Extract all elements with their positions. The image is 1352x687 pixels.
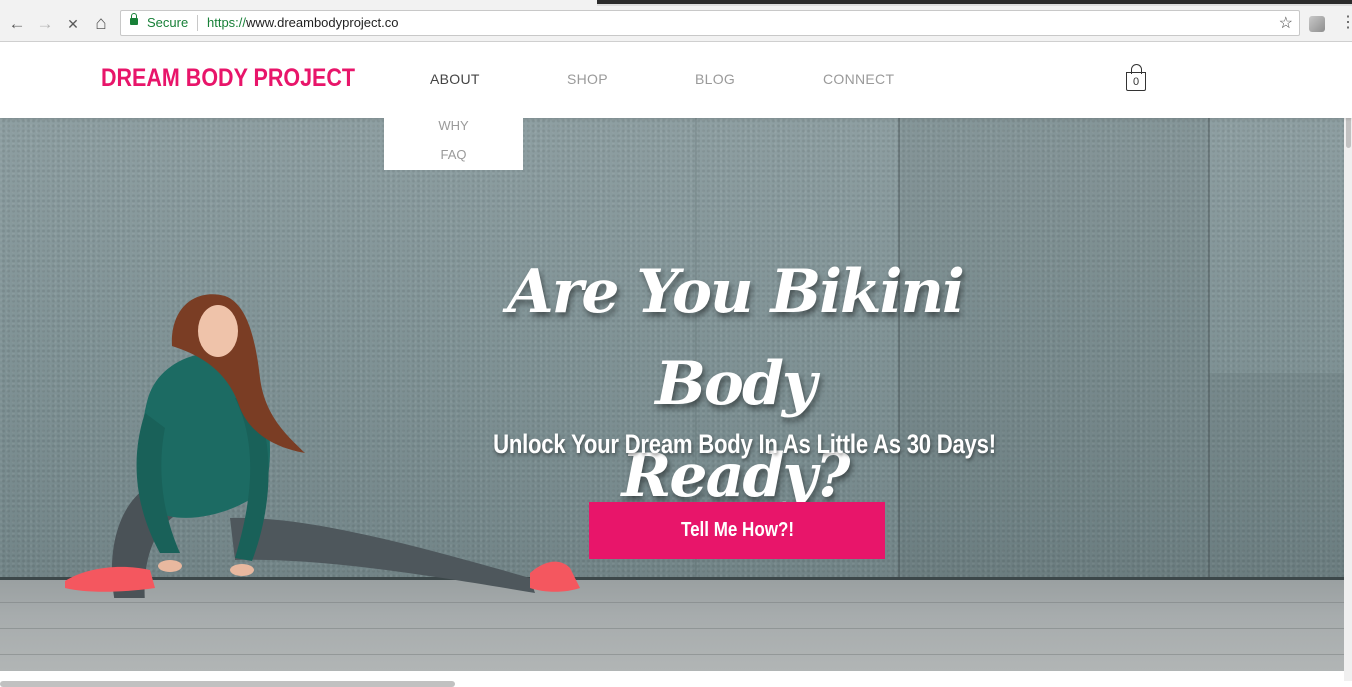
hero-subheadline: Unlock Your Dream Body In As Little As 3… xyxy=(493,429,996,459)
bookmark-star-icon[interactable]: ☆ xyxy=(1279,13,1293,33)
site-header: DREAM BODY PROJECT ABOUT SHOP BLOG CONNE… xyxy=(0,42,1352,118)
secure-label: Secure xyxy=(147,15,189,30)
cta-label: Tell Me How?! xyxy=(680,519,794,541)
hero-headline: Are You Bikini Body Ready? xyxy=(440,246,1030,522)
browser-toolbar: ← → ✕ ⌂ Secure https://www.dreambodyproj… xyxy=(0,6,1352,42)
hero-headline-line-1: Are You Bikini Body xyxy=(507,257,965,419)
nav-connect[interactable]: CONNECT xyxy=(823,71,894,87)
web-page: DREAM BODY PROJECT ABOUT SHOP BLOG CONNE… xyxy=(0,42,1352,687)
home-icon[interactable]: ⌂ xyxy=(90,13,112,35)
url-text[interactable]: https://www.dreambodyproject.co xyxy=(207,15,399,30)
tell-me-how-button[interactable]: Tell Me How?! xyxy=(589,502,885,559)
extension-icon[interactable] xyxy=(1309,16,1325,32)
back-icon[interactable]: ← xyxy=(6,13,28,35)
wall-seam xyxy=(1208,118,1210,578)
forward-icon[interactable]: → xyxy=(34,13,56,35)
floor-tile-line xyxy=(0,602,1352,603)
stop-loading-icon[interactable]: ✕ xyxy=(62,13,84,35)
hero-section: Are You Bikini Body Ready? Unlock Your D… xyxy=(0,118,1352,671)
browser-menu-icon[interactable]: ⋮ xyxy=(1340,14,1352,32)
tab-strip-background xyxy=(597,0,1352,4)
url-scheme: https:// xyxy=(207,15,247,30)
nav-about[interactable]: ABOUT xyxy=(430,71,480,87)
address-bar[interactable]: Secure https://www.dreambodyproject.co ☆ xyxy=(120,10,1300,36)
address-separator xyxy=(197,15,198,31)
floor-tile-line xyxy=(0,628,1352,629)
lock-icon xyxy=(130,13,138,25)
url-host: www.dreambodyproject.co xyxy=(246,15,399,30)
floor-tile-line xyxy=(0,654,1352,655)
nav-shop[interactable]: SHOP xyxy=(567,71,608,87)
dropdown-item-faq[interactable]: FAQ xyxy=(384,147,523,162)
about-dropdown: WHY FAQ xyxy=(384,117,523,170)
site-logo[interactable]: DREAM BODY PROJECT xyxy=(101,64,355,93)
cart-count: 0 xyxy=(1132,76,1140,88)
dropdown-item-why[interactable]: WHY xyxy=(384,118,523,133)
nav-blog[interactable]: BLOG xyxy=(695,71,735,87)
horizontal-scrollbar[interactable] xyxy=(0,681,455,687)
cart-button[interactable]: 0 xyxy=(1126,64,1148,92)
